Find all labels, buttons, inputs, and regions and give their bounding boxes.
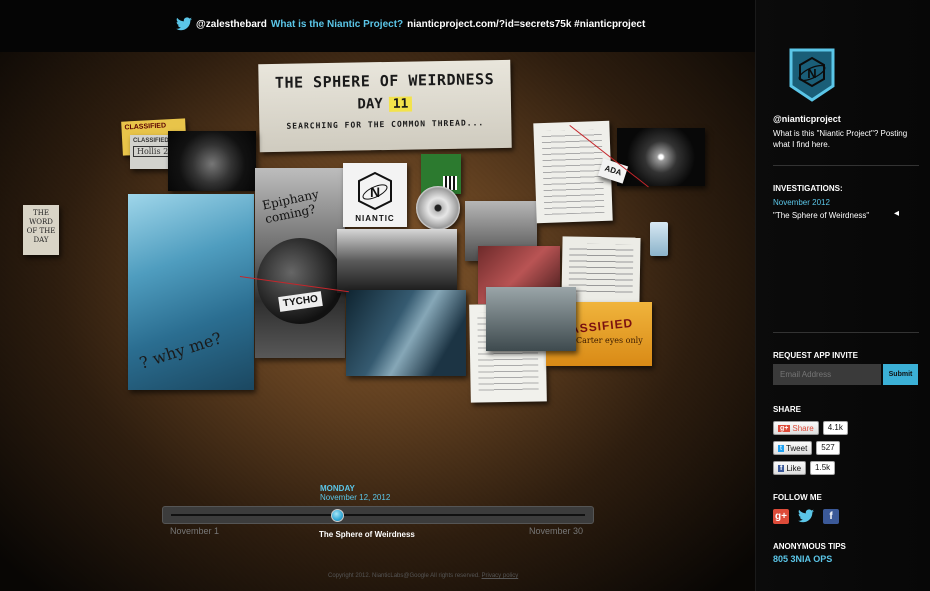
sidebar-description: What is this "Niantic Project"? Posting … [773, 129, 908, 149]
sidebar-handle[interactable]: @nianticproject [773, 114, 841, 124]
email-input[interactable] [773, 364, 881, 385]
share-heading: SHARE [773, 405, 802, 414]
tweet-handle[interactable]: @zalesthebard [196, 19, 267, 30]
twitter-icon: t [778, 444, 784, 452]
investigations-heading: INVESTIGATIONS: [773, 184, 843, 193]
timeline-track[interactable] [171, 514, 585, 516]
luggage-tag[interactable] [650, 222, 668, 256]
document-lines [541, 128, 605, 216]
timeline-date: November 12, 2012 [320, 493, 391, 502]
privacy-link[interactable]: Privacy policy [482, 573, 519, 579]
title-line-2: DAY 11 [259, 94, 511, 114]
man-face-photo[interactable] [486, 287, 576, 351]
facebook-icon: f [778, 464, 785, 472]
tips-phone[interactable]: 805 3NIA OPS [773, 554, 832, 564]
tweet-button[interactable]: t Tweet [773, 441, 813, 455]
sidebar: N @nianticproject What is this "Niantic … [755, 0, 930, 591]
investigation-month[interactable]: November 2012 [773, 198, 830, 207]
like-label: Like [786, 463, 802, 473]
title-line-1: THE SPHERE OF WEIRDNESS [274, 70, 495, 92]
timeline-slider[interactable] [162, 506, 594, 524]
why-me-scribble: ? why me? [137, 328, 224, 373]
niantic-label: NIANTIC [355, 214, 395, 223]
follow-icons: g+ f [773, 509, 839, 524]
niantic-badge-icon[interactable]: N [787, 48, 837, 102]
gplus-share-button[interactable]: g+ Share [773, 421, 819, 435]
like-count: 1.5k [810, 461, 836, 475]
niantic-logo-icon: N [358, 171, 392, 211]
divider [773, 332, 919, 333]
facebook-follow-icon[interactable]: f [823, 509, 839, 524]
like-button[interactable]: f Like [773, 461, 807, 475]
tweet-bar: @zalesthebard What is the Niantic Projec… [0, 0, 755, 52]
classified-grey-handwriting: Hollis 2 [133, 146, 173, 157]
gplus-share-label: Share [792, 423, 814, 433]
chevron-left-icon[interactable]: ◂ [894, 208, 899, 219]
epiphany-photo[interactable]: Epiphany coming? TYCHO [255, 168, 345, 358]
timeline-start-label: November 1 [170, 526, 220, 536]
tweet-count: 527 [816, 441, 840, 455]
title-note: THE SPHERE OF WEIRDNESS DAY 11 SEARCHING… [258, 59, 512, 153]
tweet-line[interactable]: @zalesthebard What is the Niantic Projec… [176, 17, 645, 31]
classified-orange-handwriting: Carter eyes only [576, 336, 643, 345]
like-share-row: f Like 1.5k [773, 461, 836, 475]
timeline-day: MONDAY [320, 484, 355, 493]
twitter-bird-icon [176, 17, 192, 31]
gplus-share-row: g+ Share 4.1k [773, 421, 848, 435]
gplus-count: 4.1k [822, 421, 848, 435]
twitter-follow-icon[interactable] [798, 509, 814, 524]
title-day-number: 11 [388, 96, 413, 112]
follow-heading: FOLLOW ME [773, 493, 822, 502]
submit-button[interactable]: Submit [883, 364, 918, 385]
galaxy-photo[interactable] [617, 128, 705, 186]
timeline-current-label[interactable]: The Sphere of Weirdness [319, 530, 415, 539]
cd-disc[interactable] [416, 186, 460, 230]
statue-photo[interactable]: ? why me? [128, 194, 254, 390]
blurred-man-photo[interactable] [346, 290, 466, 376]
tweet-url[interactable]: nianticproject.com/?id=secrets75k #niant… [407, 19, 645, 30]
timeline-knob[interactable] [330, 509, 344, 522]
gplus-icon: g+ [778, 424, 791, 432]
footer: Copyright 2012. NianticLabs@Google All r… [328, 573, 518, 579]
divider [773, 165, 919, 166]
tweet-label: Tweet [785, 443, 808, 453]
word-of-the-day-note[interactable]: THE WORD OF THE DAY [23, 205, 59, 255]
investigation-item[interactable]: "The Sphere of Weirdness" [773, 211, 869, 220]
epiphany-text: Epiphany coming? [260, 186, 321, 227]
title-day-label: DAY [357, 96, 383, 113]
tweet-question[interactable]: What is the Niantic Project? [271, 19, 403, 30]
tweet-share-row: t Tweet 527 [773, 441, 840, 455]
anonymous-tips-heading: ANONYMOUS TIPS [773, 542, 846, 551]
document-lines [568, 243, 634, 297]
timeline-end-label: November 30 [529, 526, 584, 536]
gplus-follow-icon[interactable]: g+ [773, 509, 789, 524]
niantic-logo-card[interactable]: N NIANTIC [343, 163, 407, 227]
copyright-text: Copyright 2012. NianticLabs@Google All r… [328, 573, 480, 579]
man-hands-photo[interactable] [337, 229, 457, 293]
request-invite-heading: REQUEST APP INVITE [773, 351, 858, 360]
planet-photo[interactable] [168, 131, 256, 191]
title-line-3: SEARCHING FOR THE COMMON THREAD... [286, 118, 485, 131]
